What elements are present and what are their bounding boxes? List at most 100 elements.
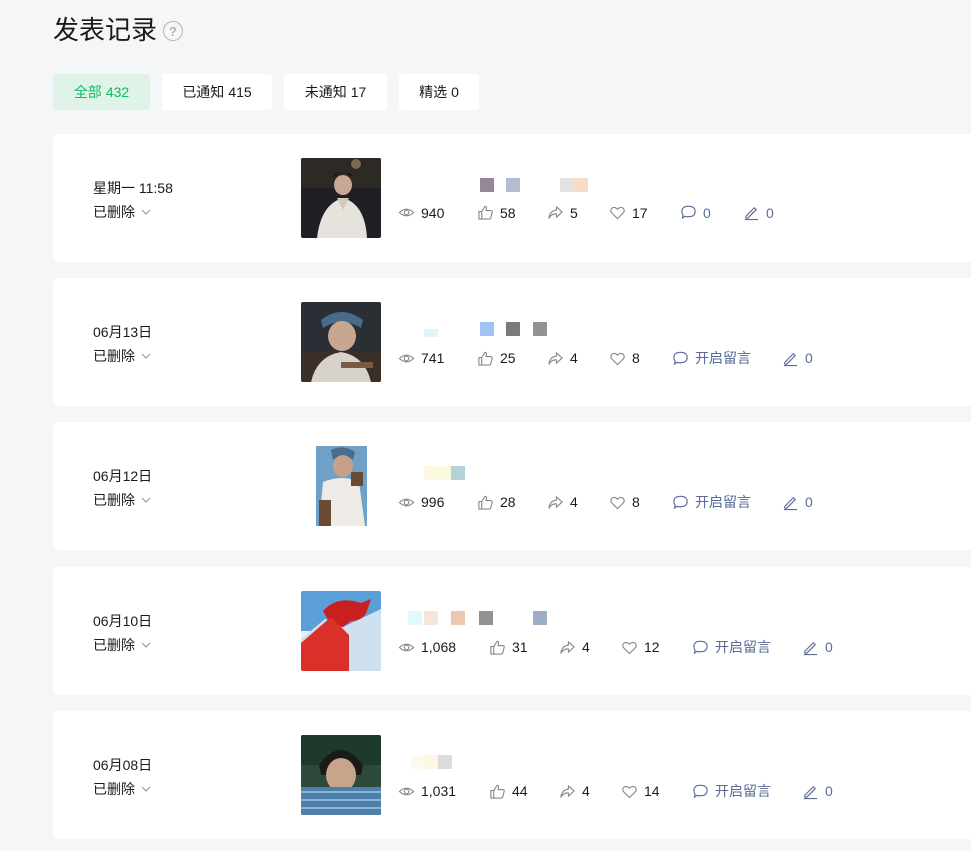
shares-count: 4 — [570, 494, 578, 510]
comment-icon — [693, 784, 708, 798]
views-count: 1,068 — [421, 639, 457, 655]
chevron-down-icon — [141, 497, 151, 503]
post-stats: 996 28 4 8 开启留言 0 — [398, 492, 813, 512]
post-date: 06月08日 — [93, 757, 153, 773]
filter-count: 17 — [350, 84, 367, 100]
post-stats: 741 25 4 8 开启留言 0 — [398, 348, 813, 368]
post-stats: 1,031 44 4 14 开启留言 0 — [398, 781, 833, 801]
eye-icon — [398, 208, 415, 217]
post-thumbnail[interactable] — [301, 735, 381, 815]
filter-count: 0 — [451, 84, 459, 100]
views-count: 741 — [421, 350, 445, 366]
shares-count: 4 — [570, 350, 578, 366]
share-icon — [548, 495, 563, 509]
status-label: 已删除 — [93, 781, 135, 797]
comments-stat[interactable]: 开启留言 — [672, 492, 782, 512]
comments-label: 0 — [703, 204, 711, 221]
share-icon — [560, 640, 575, 654]
favorites-count: 8 — [632, 494, 640, 510]
filter-label: 全部 — [73, 84, 102, 100]
filter-all[interactable]: 全部 432 — [53, 74, 150, 110]
comment-icon — [673, 351, 688, 365]
help-icon[interactable]: ? — [163, 21, 184, 41]
thumbs-up-icon — [478, 205, 493, 220]
views-count: 940 — [421, 204, 445, 221]
post-card: 06月12日 已删除 996 28 4 8 开启留言 0 — [53, 422, 971, 550]
shares-stat: 4 — [559, 639, 621, 656]
open-comments-link: 开启留言 — [715, 783, 771, 799]
views-stat: 940 — [398, 204, 477, 221]
comment-icon — [693, 640, 708, 654]
likes-count: 31 — [512, 639, 528, 655]
post-date: 06月13日 — [93, 324, 153, 340]
status-dropdown[interactable]: 已删除 — [93, 346, 151, 366]
post-card: 06月10日 已删除 1,068 31 4 12 开启留言 0 — [53, 567, 971, 695]
edits-stat[interactable]: 0 — [782, 350, 813, 367]
filter-label: 已通知 — [182, 84, 225, 100]
favorites-count: 17 — [632, 204, 648, 221]
heart-icon — [610, 496, 625, 509]
pen-icon — [744, 207, 759, 221]
status-dropdown[interactable]: 已删除 — [93, 490, 151, 510]
heart-icon — [610, 206, 625, 220]
share-icon — [548, 351, 563, 365]
shares-stat: 4 — [559, 783, 621, 800]
share-icon — [548, 206, 563, 219]
post-thumbnail[interactable] — [301, 302, 381, 382]
favorites-stat: 14 — [621, 783, 692, 800]
filter-featured[interactable]: 精选 0 — [399, 74, 479, 110]
comments-stat[interactable]: 0 — [680, 204, 743, 221]
heart-icon — [622, 785, 637, 798]
status-label: 已删除 — [93, 204, 135, 220]
post-thumbnail[interactable] — [301, 446, 381, 526]
likes-stat: 25 — [477, 350, 547, 367]
post-thumbnail[interactable] — [301, 591, 381, 671]
edits-stat[interactable]: 0 — [743, 204, 774, 221]
post-thumbnail[interactable] — [301, 158, 381, 238]
status-dropdown[interactable]: 已删除 — [93, 635, 151, 655]
page-title: 发表记录 — [53, 15, 158, 45]
filter-not-notified[interactable]: 未通知 17 — [284, 74, 387, 110]
thumbs-up-icon — [478, 351, 493, 366]
edits-count: 0 — [766, 204, 774, 221]
views-stat: 996 — [398, 494, 477, 511]
comments-stat[interactable]: 开启留言 — [692, 781, 802, 801]
views-stat: 1,068 — [398, 639, 489, 656]
views-count: 1,031 — [421, 783, 457, 799]
favorites-stat: 8 — [609, 350, 672, 367]
likes-stat: 44 — [489, 783, 559, 800]
filter-tabs: 全部 432 已通知 415 未通知 17 精选 0 — [53, 74, 479, 110]
filter-count: 415 — [228, 84, 252, 100]
chevron-down-icon — [141, 786, 151, 792]
post-date: 星期一 11:58 — [93, 180, 173, 196]
status-label: 已删除 — [93, 348, 135, 364]
open-comments-link: 开启留言 — [695, 494, 751, 510]
likes-count: 28 — [500, 494, 516, 510]
chevron-down-icon — [141, 353, 151, 359]
edits-stat[interactable]: 0 — [802, 783, 833, 800]
filter-label: 未通知 — [304, 84, 347, 100]
shares-count: 4 — [582, 639, 590, 655]
shares-stat: 5 — [547, 204, 609, 221]
status-dropdown[interactable]: 已删除 — [93, 779, 151, 799]
favorites-stat: 8 — [609, 494, 672, 511]
status-dropdown[interactable]: 已删除 — [93, 202, 151, 222]
pen-icon — [803, 785, 818, 799]
comments-stat[interactable]: 开启留言 — [672, 348, 782, 368]
likes-stat: 28 — [477, 494, 547, 511]
comment-icon — [673, 495, 688, 509]
views-stat: 1,031 — [398, 783, 489, 800]
likes-count: 25 — [500, 350, 516, 366]
heart-icon — [610, 352, 625, 365]
heart-icon — [622, 641, 637, 654]
post-date: 06月12日 — [93, 468, 153, 484]
pen-icon — [803, 641, 818, 655]
thumbs-up-icon — [490, 784, 505, 799]
comments-stat[interactable]: 开启留言 — [692, 637, 802, 657]
views-stat: 741 — [398, 350, 477, 367]
publish-records-page: 发表记录 ? 全部 432 已通知 415 未通知 17 精选 0 星期一 11… — [0, 0, 971, 851]
filter-notified[interactable]: 已通知 415 — [162, 74, 272, 110]
edits-stat[interactable]: 0 — [802, 639, 833, 656]
edits-stat[interactable]: 0 — [782, 494, 813, 511]
open-comments-link: 开启留言 — [715, 639, 771, 655]
